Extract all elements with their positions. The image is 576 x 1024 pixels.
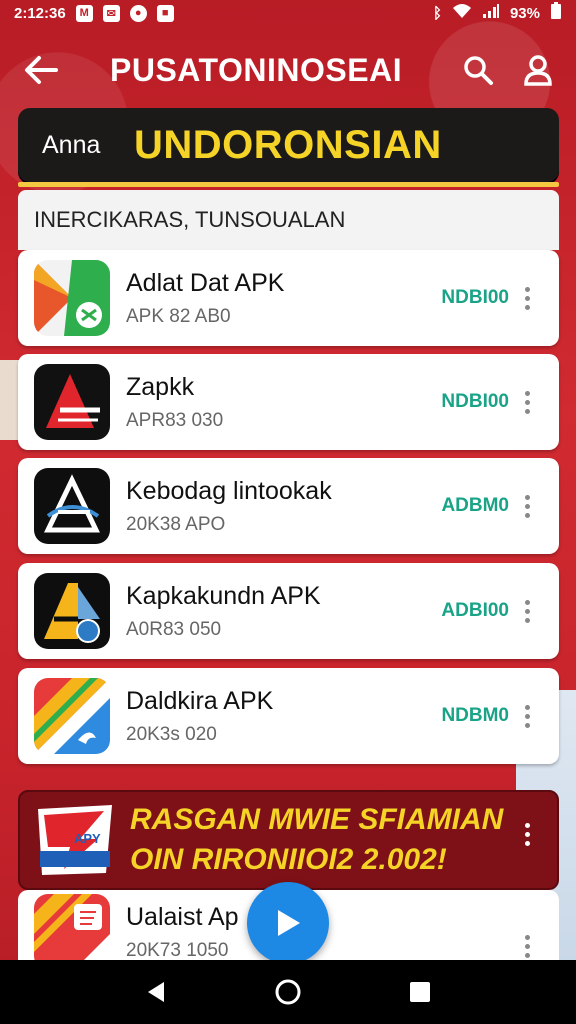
nav-recents-button[interactable] (398, 970, 442, 1014)
app-name: Daldkira APK (126, 686, 274, 715)
app-badge[interactable]: NDBI00 (441, 391, 509, 413)
app-info: Kebodag lintookak 20K38 APO (126, 477, 332, 536)
more-options-button[interactable] (519, 278, 535, 318)
square-recents-icon (410, 982, 430, 1002)
promo-banner[interactable]: APY RASGAN MWIE SFIAMIAN OIN RIRONIIOI2 … (18, 790, 559, 890)
list-item[interactable]: Kebodag lintookak 20K38 APO ADBM0 (18, 458, 559, 554)
promo-text: RASGAN MWIE SFIAMIAN OIN RIRONIIOI2 2.00… (130, 800, 503, 880)
promo-logo-text: APY (74, 831, 101, 846)
signal-icon (482, 3, 500, 23)
more-options-button[interactable] (519, 591, 535, 631)
shop-icon: ■ (156, 4, 174, 22)
app-info: Ualaist Ap 20K73 1050 (126, 903, 239, 962)
app-meta: 20K38 APO (126, 513, 226, 535)
app-name: Zapkk (126, 372, 195, 401)
app-icon (34, 894, 110, 970)
app-meta: 20K3s 020 (126, 723, 217, 745)
app-icon (34, 468, 110, 544)
app-icon (34, 260, 110, 336)
status-left: 2:12:36 M ✉ ● ■ (14, 4, 174, 22)
banner-underline (18, 182, 559, 187)
app-name: Kebodag lintookak (126, 476, 332, 505)
more-options-button[interactable] (519, 486, 535, 526)
list-item[interactable]: Kapkakundn APK A0R83 050 ADBI00 (18, 563, 559, 659)
app-meta: APK 82 AB0 (126, 305, 231, 327)
app-info: Zapkk APR83 030 (126, 373, 223, 432)
bluetooth-icon: ᛒ (432, 4, 442, 22)
circle-home-icon (275, 979, 301, 1005)
status-time: 2:12:36 (14, 4, 66, 22)
promo-line-1: RASGAN MWIE SFIAMIAN (130, 803, 504, 836)
app-badge[interactable]: NDBM0 (441, 705, 509, 727)
app-info: Kapkakundn APK A0R83 050 (126, 582, 321, 641)
list-item[interactable]: Daldkira APK 20K3s 020 NDBM0 (18, 668, 559, 764)
search-icon (464, 56, 493, 85)
app-name: Ualaist Ap (126, 902, 239, 931)
search-button[interactable] (458, 50, 498, 90)
more-options-button[interactable] (519, 382, 535, 422)
profile-button[interactable] (518, 50, 558, 90)
app-bar-actions (458, 50, 558, 90)
more-options-button[interactable] (519, 696, 535, 736)
back-button[interactable] (18, 47, 64, 93)
status-bar: 2:12:36 M ✉ ● ■ ᛒ 93% (0, 0, 576, 26)
list-item[interactable]: Zapkk APR83 030 NDBI00 (18, 354, 559, 450)
app-badge[interactable]: ADBM0 (441, 495, 509, 517)
promo-logo: APY (34, 803, 116, 877)
user-icon (524, 55, 552, 86)
app-meta: APR83 030 (126, 409, 224, 431)
app-badge[interactable]: NDBI00 (441, 287, 509, 309)
nav-home-button[interactable] (266, 970, 310, 1014)
circle-icon: ● (129, 4, 147, 22)
wifi-icon (452, 3, 472, 23)
app-badge[interactable]: ADBI00 (441, 600, 509, 622)
app-bar: PUSATONINOSEAI (0, 40, 576, 100)
section-header: INERCIKARAS, TUNSOUALAN (18, 190, 559, 250)
nav-back-button[interactable] (134, 970, 178, 1014)
banner-prefix: Anna (42, 130, 101, 159)
app-name: Adlat Dat APK (126, 268, 285, 297)
system-nav-bar (0, 960, 576, 1024)
battery-percent: 93% (509, 4, 540, 22)
background-decor-left (0, 360, 20, 440)
arrow-left-icon (25, 56, 58, 84)
triangle-back-icon (148, 982, 164, 1002)
play-icon (278, 910, 300, 936)
app-meta: A0R83 050 (126, 618, 222, 640)
list-item[interactable]: Adlat Dat APK APK 82 AB0 NDBI00 (18, 250, 559, 346)
app-name: Kapkakundn APK (126, 581, 321, 610)
promo-line-2: OIN RIRONIIOI2 2.002! (130, 843, 447, 876)
battery-icon (550, 2, 562, 24)
play-fab-button[interactable] (247, 882, 329, 964)
app-icon (34, 573, 110, 649)
app-info: Adlat Dat APK APK 82 AB0 (126, 269, 284, 328)
promo-more-button[interactable] (519, 814, 535, 854)
app-info: Daldkira APK 20K3s 020 (126, 687, 273, 746)
status-right: ᛒ 93% (433, 2, 562, 24)
mail-icon: ✉ (102, 4, 120, 22)
app-icon (34, 364, 110, 440)
app-icon (34, 678, 110, 754)
banner-title: UNDORONSIAN (134, 122, 442, 167)
category-banner: Anna UNDORONSIAN (18, 108, 559, 182)
m-icon: M (75, 4, 93, 22)
app-meta: 20K73 1050 (126, 939, 229, 961)
page-title: PUSATONINOSEAI (110, 51, 403, 88)
